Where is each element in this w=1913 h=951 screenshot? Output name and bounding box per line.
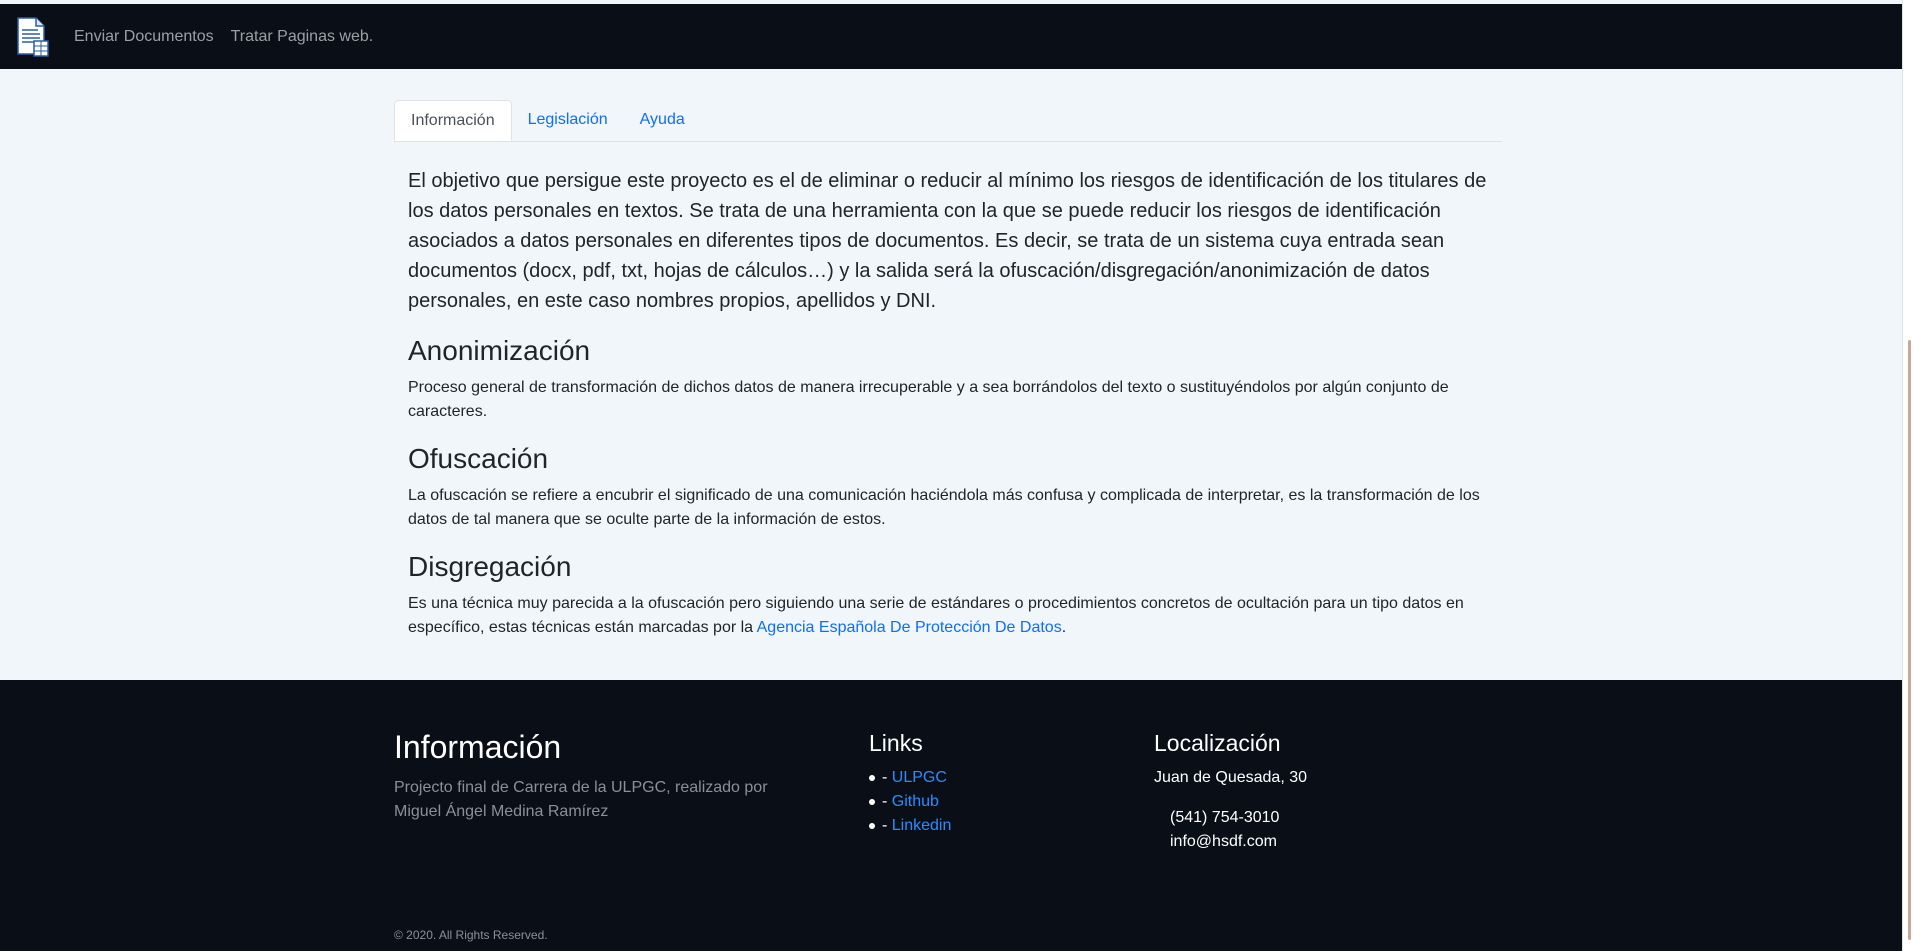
intro-paragraph: El objetivo que persigue este proyecto e… [408, 170, 1487, 312]
navbar: Enviar Documentos Tratar Paginas web. [0, 4, 1903, 69]
copyright: © 2020. All Rights Reserved. [394, 928, 548, 942]
footer-location-title: Localización [1154, 730, 1281, 756]
footer-links: Links - ULPGC - Github - Linkedin [856, 728, 951, 838]
footer-email: info@hsdf.com [1170, 833, 1277, 850]
footer-info-text: Projecto final de Carrera de la ULPGC, r… [394, 779, 768, 820]
scrollbar[interactable] [1902, 0, 1913, 951]
link-linkedin[interactable]: Linkedin [892, 817, 952, 834]
list-item: - Linkedin [869, 814, 951, 838]
link-prefix: - [882, 793, 892, 810]
link-prefix: - [882, 817, 892, 834]
document-icon[interactable] [16, 16, 50, 57]
tab-legislacion[interactable]: Legislación [512, 100, 624, 141]
footer-location: Localización Juan de Quesada, 30 (541) 7… [1154, 728, 1307, 854]
footer-info-title: Información [394, 729, 562, 765]
heading-disgregacion: Disgregación [408, 551, 572, 582]
footer-links-list: - ULPGC - Github - Linkedin [856, 766, 951, 838]
tab-panel: El objetivo que persigue este proyecto e… [394, 142, 1502, 640]
text-ofuscacion: La ofuscación se refiere a encubrir el s… [408, 487, 1480, 528]
page: Enviar Documentos Tratar Paginas web. In… [0, 0, 1903, 951]
heading-anonimizacion: Anonimización [408, 335, 591, 366]
footer: Información Projecto final de Carrera de… [0, 680, 1903, 951]
link-ulpgc[interactable]: ULPGC [892, 769, 947, 786]
main-content: Información Legislación Ayuda El objetiv… [394, 100, 1502, 658]
heading-ofuscacion: Ofuscación [408, 443, 549, 474]
tab-bar: Información Legislación Ayuda [394, 100, 1502, 142]
list-item: - ULPGC [869, 766, 951, 790]
list-item: - Github [869, 790, 951, 814]
footer-address: Juan de Quesada, 30 [1154, 769, 1308, 786]
text-anonimizacion: Proceso general de transformación de dic… [408, 379, 1449, 420]
aepd-link[interactable]: Agencia Española De Protección De Datos [757, 619, 1062, 636]
nav-enviar-documentos[interactable]: Enviar Documentos [74, 28, 214, 46]
text-disgregacion: Es una técnica muy parecida a la ofuscac… [408, 592, 1488, 640]
footer-phone: (541) 754-3010 [1170, 809, 1280, 826]
tab-ayuda[interactable]: Ayuda [624, 100, 701, 141]
footer-info: Información Projecto final de Carrera de… [394, 728, 794, 824]
footer-links-title: Links [869, 730, 923, 756]
nav-tratar-paginas-web[interactable]: Tratar Paginas web. [231, 28, 374, 46]
text-disgregacion-suffix: . [1061, 619, 1067, 636]
scrollbar-thumb[interactable] [1908, 340, 1911, 940]
link-prefix: - [882, 769, 892, 786]
tab-informacion[interactable]: Información [394, 100, 512, 141]
link-github[interactable]: Github [892, 793, 939, 810]
